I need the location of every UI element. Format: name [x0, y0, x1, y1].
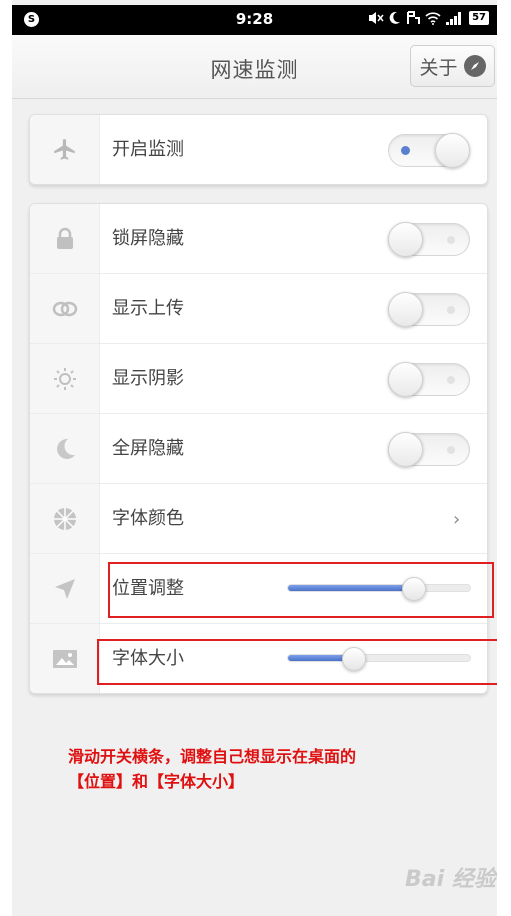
toggle-indicator	[447, 376, 455, 384]
highlight-box-position	[108, 562, 494, 618]
lock-icon	[56, 227, 73, 249]
mute-icon	[369, 12, 384, 24]
toggle-indicator	[447, 236, 455, 244]
fullscreen-hide-label: 全屏隐藏	[112, 438, 184, 459]
monitor-toggle[interactable]	[388, 133, 470, 168]
moon-icon	[56, 438, 75, 459]
toggle-knob[interactable]	[388, 432, 423, 467]
location-arrow-icon	[54, 578, 75, 599]
annotation-line-1: 滑动开关横条，调整自己想显示在桌面的	[68, 747, 357, 766]
row-icon-cell	[30, 274, 100, 343]
lockscreen-hide-toggle[interactable]	[388, 222, 470, 257]
compass-icon	[463, 55, 486, 77]
font-color-label: 字体颜色	[112, 508, 184, 529]
show-shadow-label: 显示阴影	[112, 368, 184, 389]
annotation-line-2: 【位置】和【字体大小】	[68, 772, 245, 791]
about-label: 关于	[419, 56, 458, 79]
row-icon-cell	[30, 115, 100, 184]
toggle-knob[interactable]	[388, 222, 423, 257]
sun-icon	[53, 367, 76, 390]
moon-status-icon	[389, 11, 401, 24]
link-icon	[52, 301, 77, 316]
status-bar: S 9:28 57	[12, 5, 497, 35]
row-monitor: 开启监测	[30, 115, 487, 184]
monitor-label: 开启监测	[112, 139, 184, 160]
signal-icon	[446, 11, 462, 25]
lockscreen-hide-label: 锁屏隐藏	[112, 228, 184, 249]
palette-icon	[53, 507, 76, 530]
row-font-color[interactable]: 字体颜色 ›	[30, 484, 487, 554]
app-header: 网速监测 关于	[12, 35, 497, 99]
frame-right	[497, 0, 511, 916]
highlight-box-font-size	[97, 639, 497, 685]
show-shadow-toggle[interactable]	[388, 362, 470, 397]
frame-left	[0, 0, 12, 916]
status-icons: 57	[368, 11, 489, 25]
about-button[interactable]: 关于	[410, 45, 495, 87]
watermark: Bai 经验	[405, 867, 496, 892]
row-fullscreen-hide: 全屏隐藏	[30, 414, 487, 484]
row-show-upload: 显示上传	[30, 274, 487, 344]
fullscreen-hide-toggle[interactable]	[388, 432, 470, 467]
toggle-knob[interactable]	[388, 292, 423, 327]
airplane-icon	[53, 139, 75, 160]
settings-card: 锁屏隐藏 显示上传 显示阴影 全屏隐藏 字体颜色 › 位置调整 字体大小	[29, 203, 488, 694]
row-icon-cell	[30, 484, 100, 553]
row-icon-cell	[30, 414, 100, 483]
annotation-text: 滑动开关横条，调整自己想显示在桌面的 【位置】和【字体大小】	[68, 744, 356, 794]
row-icon-cell	[30, 624, 100, 693]
row-lockscreen-hide: 锁屏隐藏	[30, 204, 487, 274]
toggle-indicator	[447, 306, 455, 314]
image-icon	[52, 650, 77, 668]
show-upload-label: 显示上传	[112, 298, 184, 319]
wifi-icon	[425, 11, 441, 25]
toggle-knob[interactable]	[435, 133, 470, 168]
chevron-right-icon: ›	[453, 509, 461, 530]
phone-screen: S 9:28 57 网速监测 关于 开启监测 锁屏隐藏 显示上传 显示阴影 全屏…	[12, 0, 497, 916]
show-upload-toggle[interactable]	[388, 292, 470, 327]
row-icon-cell	[30, 344, 100, 413]
battery-icon: 57	[469, 11, 489, 25]
row-icon-cell	[30, 204, 100, 273]
row-icon-cell	[30, 554, 100, 623]
toggle-indicator	[401, 146, 410, 155]
monitor-card: 开启监测	[29, 114, 488, 185]
row-show-shadow: 显示阴影	[30, 344, 487, 414]
sync-icon	[407, 11, 421, 24]
toggle-knob[interactable]	[388, 362, 423, 397]
toggle-indicator	[447, 446, 455, 454]
